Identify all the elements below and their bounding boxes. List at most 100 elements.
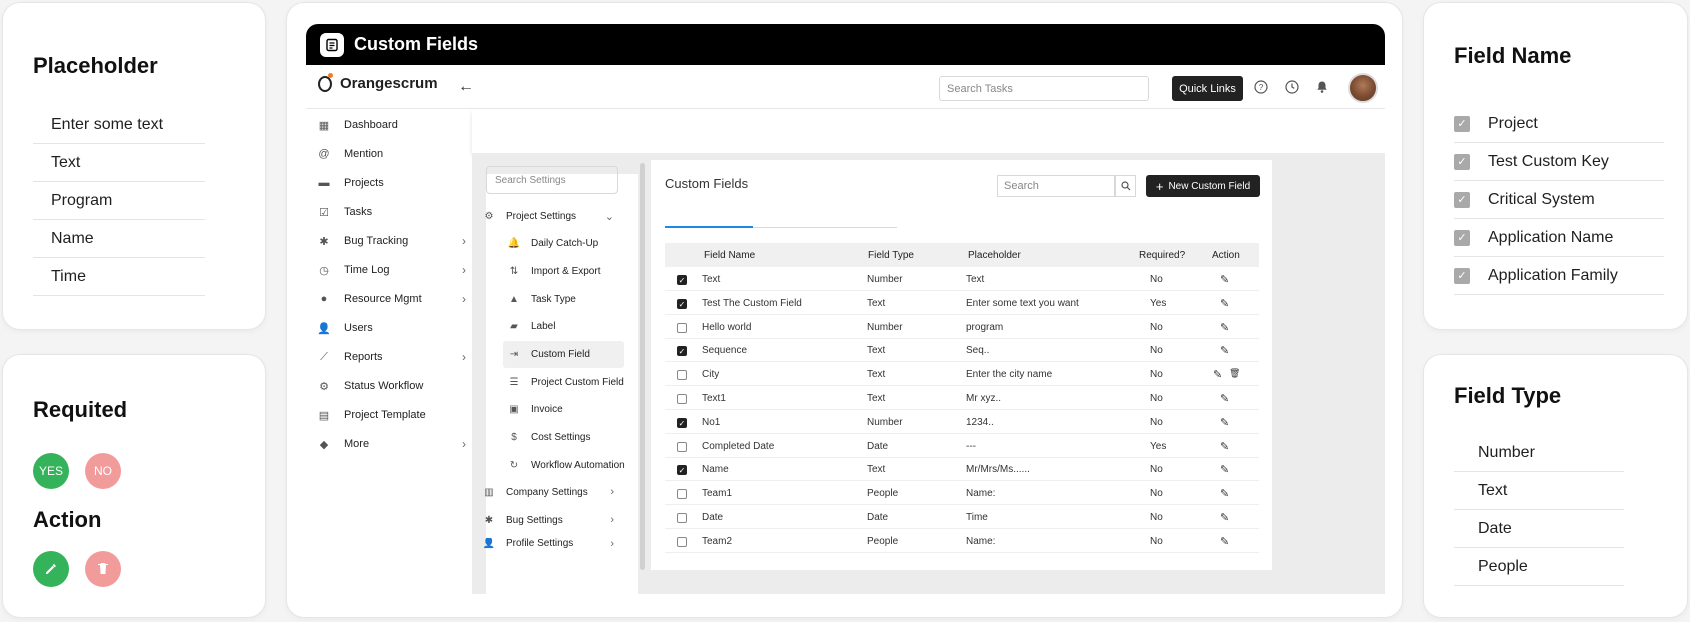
sidebar-item-status-workflow[interactable]: ⚙ Status Workflow	[316, 376, 466, 396]
edit-icon[interactable]: ✎	[1220, 273, 1229, 286]
sidebar-item-project-template[interactable]: ▤ Project Template	[316, 405, 466, 425]
column-header[interactable]: Field Type	[868, 250, 914, 261]
edit-icon[interactable]: ✎	[1220, 463, 1229, 476]
task-check-icon: ☑	[319, 206, 329, 219]
checkbox-icon: ✓	[1454, 191, 1470, 208]
sidebar-item-label: Dashboard	[344, 119, 398, 131]
settings-item-label: Invoice	[531, 403, 563, 415]
search-settings-input[interactable]: Search Settings	[486, 166, 618, 194]
dollar-icon: $	[511, 431, 517, 443]
row-divider	[665, 480, 1259, 481]
settings-item-label: Profile Settings	[506, 538, 574, 549]
table-cell: Text	[867, 464, 886, 475]
edit-icon[interactable]: ✎	[1220, 416, 1229, 429]
search-input[interactable]: Search	[997, 175, 1115, 197]
field-type-card: Field Type Number Text Date People	[1423, 354, 1688, 618]
settings-project-custom-field[interactable]: ☰ Project Custom Field	[507, 372, 647, 392]
sidebar-item-dashboard[interactable]: ▦ Dashboard	[316, 115, 466, 135]
settings-scrollbar[interactable]	[640, 163, 645, 570]
list-item: People	[1454, 548, 1624, 586]
settings-invoice[interactable]: ▣ Invoice	[507, 399, 647, 419]
table-cell: Text	[867, 298, 886, 309]
row-checkbox[interactable]	[677, 323, 687, 333]
avatar[interactable]	[1348, 73, 1378, 103]
settings-project-settings[interactable]: ⚙ Project Settings ⌄	[482, 206, 614, 226]
row-checkbox[interactable]	[677, 537, 687, 547]
edit-icon[interactable]: ✎	[1220, 321, 1229, 334]
edit-icon[interactable]: ✎	[1220, 487, 1229, 500]
settings-company-settings[interactable]: ▥ Company Settings ›	[482, 482, 614, 502]
sidebar-item-tasks[interactable]: ☑ Tasks	[316, 202, 466, 222]
back-arrow-icon[interactable]: ←	[458, 78, 474, 96]
chevron-right-icon: ›	[610, 486, 614, 498]
sidebar-item-users[interactable]: 👤 Users	[316, 318, 466, 338]
chevron-right-icon: ›	[462, 292, 466, 306]
clock-icon[interactable]	[1284, 80, 1300, 96]
edit-icon[interactable]: ✎	[1220, 297, 1229, 310]
edit-icon[interactable]: ✎	[1220, 440, 1229, 453]
settings-bug-settings[interactable]: ✱ Bug Settings ›	[482, 510, 614, 530]
settings-label[interactable]: ▰ Label	[507, 316, 647, 336]
settings-profile-settings[interactable]: 👤 Profile Settings ›	[482, 538, 614, 552]
column-header[interactable]: Required?	[1139, 250, 1185, 261]
column-header[interactable]: Field Name	[704, 250, 755, 261]
bell-icon[interactable]	[1314, 80, 1330, 96]
column-header[interactable]: Placeholder	[968, 250, 1021, 261]
search-tasks-input[interactable]: Search Tasks	[939, 76, 1149, 101]
edit-icon[interactable]: ✎	[1220, 535, 1229, 548]
table-cell: People	[867, 488, 899, 499]
table-cell: ---	[966, 441, 976, 452]
sidebar-item-time-log[interactable]: ◷ Time Log ›	[316, 260, 466, 280]
settings-import-export[interactable]: ⇅ Import & Export	[507, 261, 647, 281]
row-divider	[665, 552, 1259, 553]
new-custom-field-button[interactable]: + New Custom Field	[1146, 175, 1260, 197]
row-checkbox[interactable]: ✓	[677, 346, 687, 356]
row-checkbox[interactable]: ✓	[677, 275, 687, 285]
list-item-label: Application Name	[1488, 228, 1614, 246]
chevron-right-icon: ›	[462, 350, 466, 364]
row-checkbox[interactable]	[677, 513, 687, 523]
column-header[interactable]: Action	[1212, 250, 1240, 261]
edit-icon[interactable]: ✎	[1220, 511, 1229, 524]
sidebar-item-reports[interactable]: ⟋ Reports ›	[316, 347, 466, 367]
sidebar-item-bug-tracking[interactable]: ✱ Bug Tracking ›	[316, 231, 466, 251]
edit-icon[interactable]: ✎	[1220, 344, 1229, 357]
row-checkbox[interactable]	[677, 489, 687, 499]
svg-text:?: ?	[1259, 83, 1264, 92]
sidebar-item-label: Mention	[344, 148, 384, 160]
edit-icon	[33, 551, 69, 587]
row-checkbox[interactable]: ✓	[677, 418, 687, 428]
edit-icon[interactable]: ✎	[1220, 392, 1229, 405]
sidebar-item-projects[interactable]: ▬ Projects	[316, 173, 466, 193]
sidebar-item-resource-mgmt[interactable]: ● Resource Mgmt ›	[316, 289, 466, 309]
settings-custom-field[interactable]: ⇥ Custom Field	[507, 344, 647, 364]
checkbox-icon: ✓	[1454, 115, 1470, 132]
sidebar-item-more[interactable]: ◆ More ›	[316, 434, 466, 454]
settings-item-label: Custom Field	[531, 348, 590, 360]
search-icon[interactable]	[1115, 175, 1136, 197]
list-item: Text	[1454, 472, 1624, 510]
logo[interactable]: Orangescrum	[318, 72, 438, 92]
settings-cost-settings[interactable]: $ Cost Settings	[507, 427, 647, 447]
tab-active-indicator[interactable]	[665, 226, 753, 228]
edit-icon[interactable]: ✎	[1213, 368, 1222, 381]
row-checkbox[interactable]: ✓	[677, 465, 687, 475]
list-item: ✓ Application Family	[1454, 257, 1664, 295]
settings-workflow-automation[interactable]: ↻ Workflow Automation	[507, 455, 647, 475]
settings-task-type[interactable]: ▲ Task Type	[507, 289, 647, 309]
row-checkbox[interactable]	[677, 394, 687, 404]
table-cell: Test The Custom Field	[702, 298, 802, 309]
list-item-label: Test Custom Key	[1488, 152, 1609, 170]
content-header-strip	[472, 109, 1385, 153]
row-checkbox[interactable]: ✓	[677, 299, 687, 309]
row-divider	[665, 338, 1259, 339]
row-checkbox[interactable]	[677, 370, 687, 380]
table-cell: No	[1150, 322, 1163, 333]
row-checkbox[interactable]	[677, 442, 687, 452]
quick-links-button[interactable]: Quick Links	[1172, 76, 1243, 101]
settings-daily-catch-up[interactable]: 🔔 Daily Catch-Up	[507, 233, 647, 253]
row-divider	[665, 409, 1259, 410]
delete-icon[interactable]: 🗑	[1229, 368, 1240, 379]
help-icon[interactable]: ?	[1253, 80, 1269, 96]
sidebar-item-mention[interactable]: @ Mention	[316, 144, 466, 164]
